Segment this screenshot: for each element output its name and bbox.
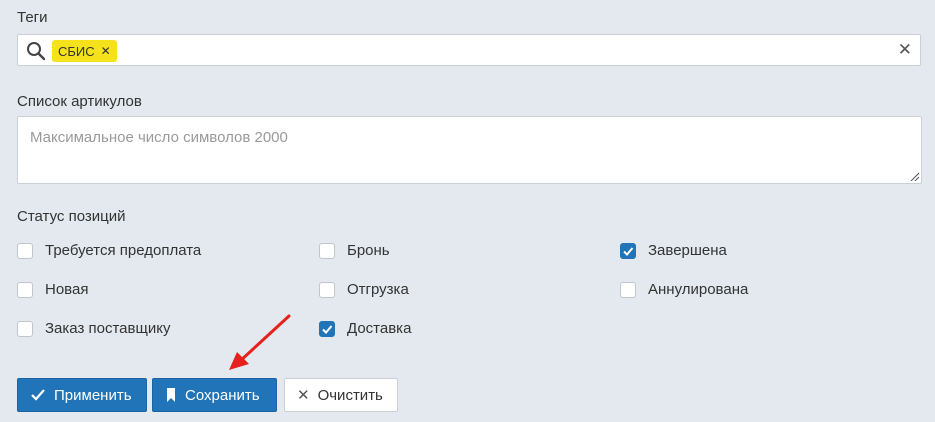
check-icon: [322, 324, 333, 334]
checkbox-checked[interactable]: [319, 320, 335, 337]
bookmark-icon: [167, 388, 175, 402]
status-option-label: Завершена: [648, 242, 727, 259]
tag-chip: СБИС ✕: [52, 40, 117, 62]
status-option-label: Доставка: [347, 320, 412, 337]
status-option-label: Аннулирована: [648, 281, 749, 298]
tags-label: Теги: [17, 9, 48, 26]
clear-tags-icon[interactable]: ✕: [898, 40, 912, 60]
checkbox[interactable]: [319, 242, 335, 259]
status-option-delivery[interactable]: Доставка: [319, 320, 411, 337]
status-option-cancelled[interactable]: Аннулирована: [620, 281, 748, 298]
apply-button-label: Применить: [54, 386, 132, 404]
articles-placeholder: Максимальное число символов 2000: [30, 129, 288, 146]
status-option-label: Отгрузка: [347, 281, 409, 298]
clear-button[interactable]: ✕ Очистить: [284, 378, 398, 412]
resize-grip-icon[interactable]: [909, 171, 919, 181]
status-option-label: Новая: [45, 281, 89, 298]
status-option-reserve[interactable]: Бронь: [319, 242, 390, 259]
check-icon: [31, 389, 45, 401]
save-button[interactable]: Сохранить: [152, 378, 277, 412]
checkbox[interactable]: [17, 242, 33, 259]
clear-button-label: Очистить: [317, 386, 383, 404]
checkbox[interactable]: [17, 320, 33, 337]
status-option-label: Требуется предоплата: [45, 242, 202, 259]
arrow-annotation-icon: [229, 314, 291, 370]
status-option-label: Бронь: [347, 242, 390, 259]
articles-label: Список артикулов: [17, 93, 142, 110]
checkbox[interactable]: [319, 281, 335, 298]
tag-remove-icon[interactable]: ✕: [101, 44, 111, 58]
status-option-label: Заказ поставщику: [45, 320, 171, 337]
tags-input[interactable]: СБИС ✕ ✕: [17, 34, 921, 66]
status-label: Статус позиций: [17, 208, 126, 225]
save-button-label: Сохранить: [185, 386, 260, 404]
status-option-shipment[interactable]: Отгрузка: [319, 281, 409, 298]
check-icon: [623, 246, 634, 256]
checkbox[interactable]: [620, 281, 636, 298]
search-icon[interactable]: [26, 41, 46, 61]
close-icon: ✕: [297, 387, 310, 404]
apply-button[interactable]: Применить: [17, 378, 147, 412]
checkbox-checked[interactable]: [620, 242, 636, 259]
status-option-prepayment[interactable]: Требуется предоплата: [17, 242, 201, 259]
checkbox[interactable]: [17, 281, 33, 298]
status-option-completed[interactable]: Завершена: [620, 242, 727, 259]
articles-textarea[interactable]: Максимальное число символов 2000: [17, 116, 922, 184]
tag-chip-label: СБИС: [58, 43, 95, 59]
status-option-supplier-order[interactable]: Заказ поставщику: [17, 320, 170, 337]
status-option-new[interactable]: Новая: [17, 281, 88, 298]
